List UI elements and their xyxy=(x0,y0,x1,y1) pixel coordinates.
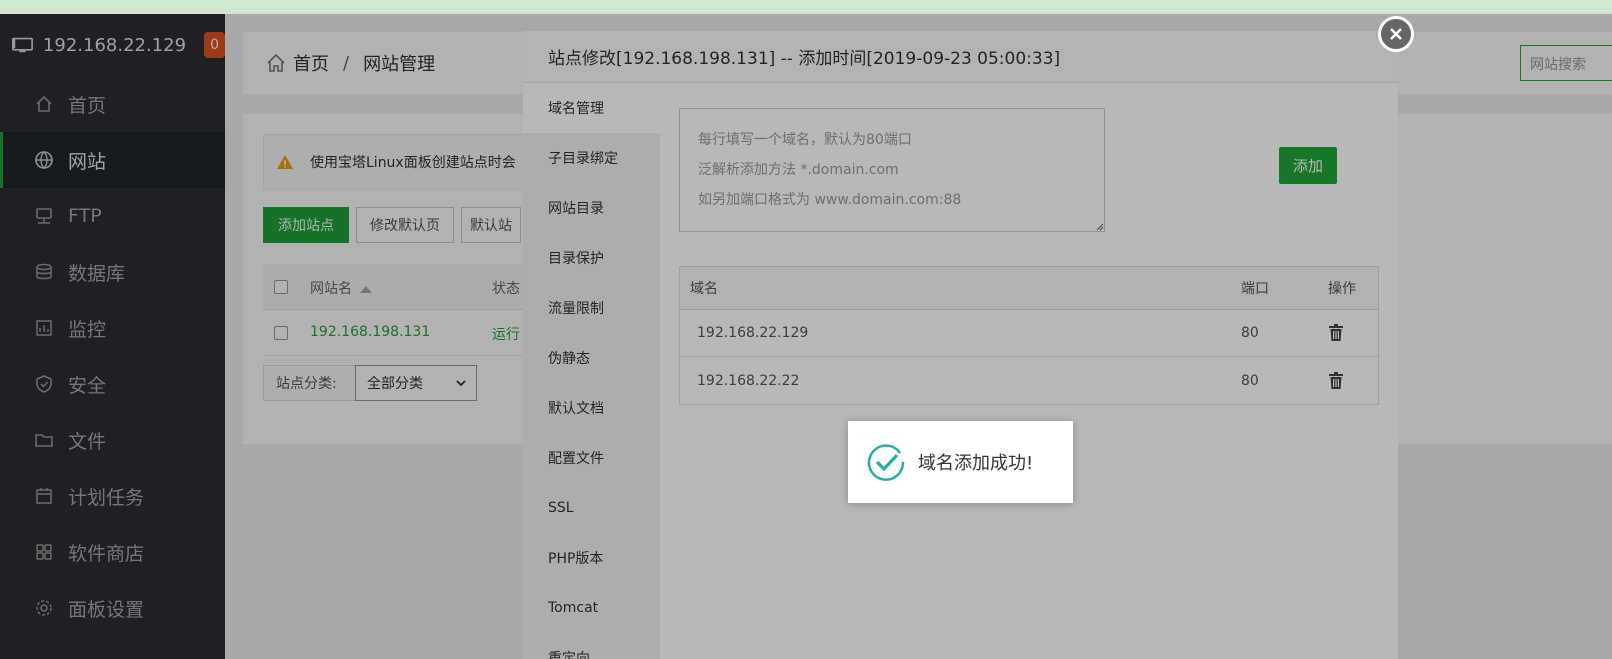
success-check-icon xyxy=(867,444,905,481)
close-icon xyxy=(1390,28,1402,40)
success-toast: 域名添加成功! xyxy=(848,421,1073,503)
modal-close-button[interactable] xyxy=(1378,16,1414,52)
modal-dim-layer xyxy=(523,31,1398,659)
toast-message: 域名添加成功! xyxy=(918,453,1034,474)
browser-bookmark-strip xyxy=(0,0,1612,14)
